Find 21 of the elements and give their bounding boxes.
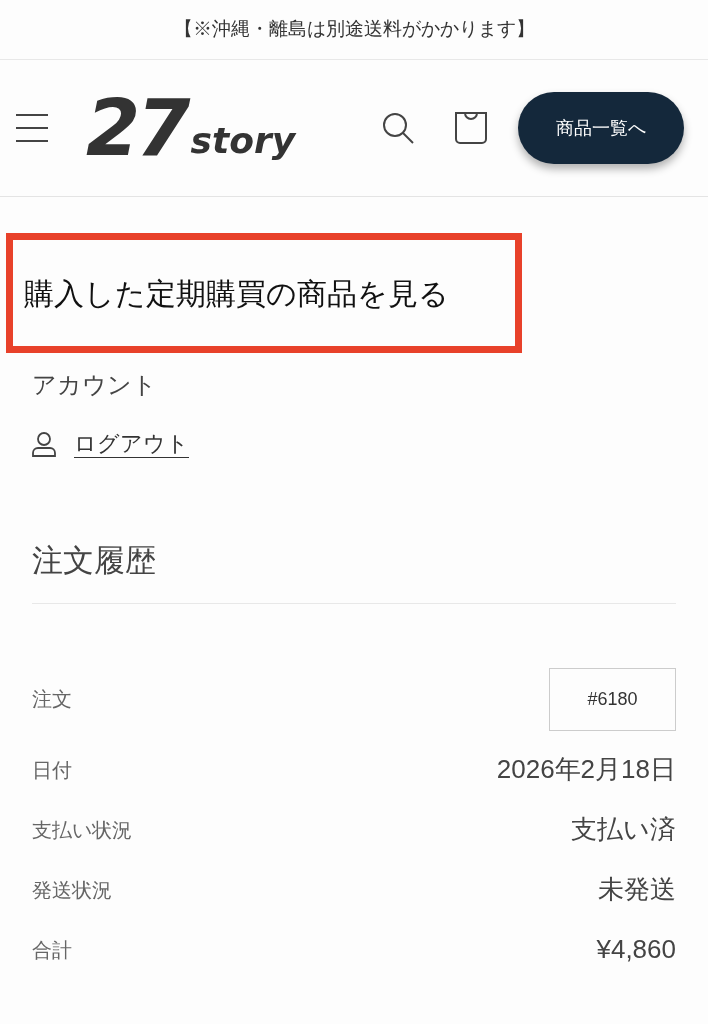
row-label: 合計 — [32, 937, 72, 963]
logo[interactable]: 27story — [86, 89, 296, 167]
account-title: アカウント — [32, 370, 158, 400]
row-label: 注文 — [32, 687, 72, 712]
search-icon[interactable] — [380, 110, 416, 146]
menu-icon[interactable] — [16, 114, 48, 142]
product-list-button[interactable]: 商品一覧へ — [518, 92, 684, 164]
row-label: 支払い状況 — [32, 817, 132, 843]
row-label: 日付 — [32, 757, 72, 783]
user-icon — [32, 430, 56, 457]
order-number-link[interactable]: #6180 — [549, 667, 676, 731]
logout-link[interactable]: ログアウト — [74, 427, 189, 460]
announcement-text: 【※沖縄・離島は別途送料がかかります】 — [173, 17, 535, 42]
row-label: 発送状況 — [32, 877, 112, 903]
cart-icon[interactable] — [454, 111, 488, 145]
row-value: 支払い済 — [571, 813, 676, 846]
row-value: ¥4,860 — [596, 933, 676, 966]
order-history-title: 注文履歴 — [32, 542, 157, 580]
row-value: 未発送 — [598, 873, 676, 906]
page-heading: 購入した定期購買の商品を見る — [24, 275, 449, 312]
row-value: 2026年2月18日 — [496, 753, 676, 786]
